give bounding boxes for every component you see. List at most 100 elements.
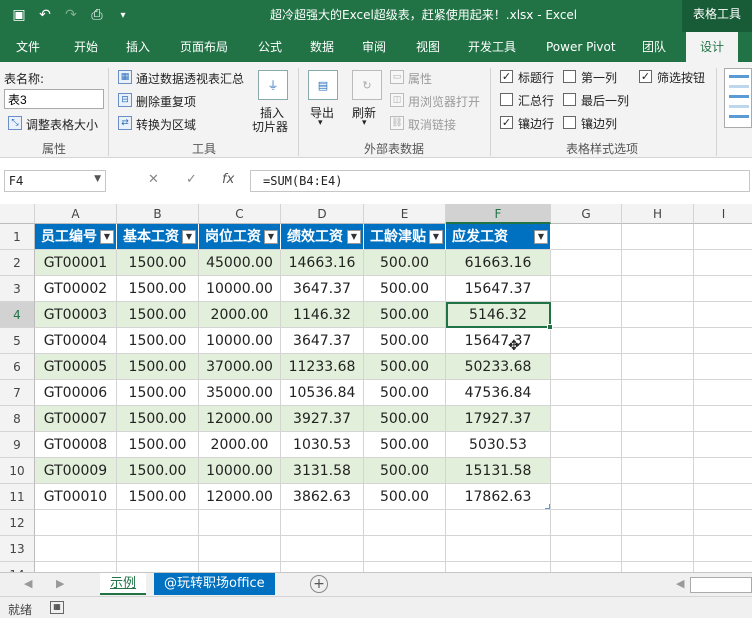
table-cell[interactable]: 61663.16 [446,250,551,276]
filter-dropdown-icon[interactable]: ▼ [182,230,196,244]
empty-cell[interactable] [551,432,622,458]
tab-team[interactable]: 团队 [642,32,666,62]
row-header-1[interactable]: 1 [0,224,35,250]
empty-cell[interactable] [622,302,694,328]
select-all-corner[interactable] [0,204,35,224]
table-cell[interactable]: 1500.00 [117,406,199,432]
empty-cell[interactable] [694,302,752,328]
table-cell[interactable]: 15131.58 [446,458,551,484]
properties-button[interactable]: 属性 [408,70,432,87]
fill-handle[interactable] [547,324,553,330]
column-header-e[interactable]: E [364,204,446,224]
table-cell[interactable]: 1500.00 [117,484,199,510]
empty-cell[interactable] [622,406,694,432]
table-cell[interactable]: 15647.37 [446,276,551,302]
filter-dropdown-icon[interactable]: ▼ [100,230,114,244]
convert-to-range-button[interactable]: 转换为区域 [136,116,196,133]
next-sheet-icon[interactable]: ▶ [56,577,64,590]
row-header-6[interactable]: 6 [0,354,35,380]
slicer-icon[interactable]: ⏚ [258,70,288,100]
empty-cell[interactable] [551,484,622,510]
table-cell[interactable]: GT00008 [35,432,117,458]
table-cell[interactable]: 17862.63 [446,484,551,510]
print-preview-icon[interactable]: ⎙ [86,4,108,26]
tab-view[interactable]: 视图 [416,32,440,62]
filter-dropdown-icon[interactable]: ▼ [347,230,361,244]
table-cell[interactable]: 35000.00 [199,380,281,406]
empty-cell[interactable] [35,562,117,572]
tab-power-pivot[interactable]: Power Pivot [546,32,616,62]
last-column-checkbox[interactable] [563,93,576,106]
table-cell[interactable]: GT00006 [35,380,117,406]
table-name-input[interactable] [4,89,104,109]
summarize-pivot-button[interactable]: 通过数据透视表汇总 [136,70,244,87]
undo-icon[interactable]: ↶ [34,4,56,26]
empty-cell[interactable] [694,276,752,302]
table-cell[interactable]: 12000.00 [199,406,281,432]
table-styles-gallery[interactable] [724,68,752,128]
empty-cell[interactable] [551,510,622,536]
empty-cell[interactable] [364,536,446,562]
empty-cell[interactable] [281,510,364,536]
empty-cell[interactable] [446,536,551,562]
table-cell[interactable]: 1500.00 [117,458,199,484]
export-dropdown-icon[interactable]: ▾ [318,118,323,128]
empty-cell[interactable] [694,432,752,458]
sheet-tab-office[interactable]: @玩转职场office [154,573,275,595]
tab-insert[interactable]: 插入 [126,32,150,62]
row-header-9[interactable]: 9 [0,432,35,458]
insert-function-icon[interactable]: fx [222,172,234,187]
empty-cell[interactable] [35,510,117,536]
worksheet-grid[interactable]: ABCDEFGHI1234567891011121314员工编号▼基本工资▼岗位… [0,204,752,572]
save-icon[interactable]: ▣ [8,4,30,26]
empty-cell[interactable] [694,380,752,406]
table-cell[interactable]: 500.00 [364,406,446,432]
empty-cell[interactable] [551,302,622,328]
filter-button-checkbox[interactable]: ✓ [639,70,652,83]
name-box[interactable]: F4 ▼ [4,170,106,192]
column-header-f[interactable]: F [446,204,551,224]
empty-cell[interactable] [622,380,694,406]
table-cell[interactable]: GT00001 [35,250,117,276]
table-cell[interactable]: 1146.32 [281,302,364,328]
table-cell[interactable]: 500.00 [364,458,446,484]
filter-dropdown-icon[interactable]: ▼ [429,230,443,244]
sheet-tab-example[interactable]: 示例 [100,573,147,595]
table-header-cell[interactable]: 应发工资 ▼ [446,224,551,250]
empty-cell[interactable] [199,562,281,572]
empty-cell[interactable] [117,510,199,536]
empty-cell[interactable] [622,536,694,562]
remove-duplicates-button[interactable]: 删除重复项 [136,93,196,110]
chevron-down-icon[interactable]: ▼ [94,174,101,184]
column-header-g[interactable]: G [551,204,622,224]
empty-cell[interactable] [622,250,694,276]
tab-review[interactable]: 审阅 [362,32,386,62]
column-header-h[interactable]: H [622,204,694,224]
table-cell[interactable]: 10000.00 [199,328,281,354]
table-cell[interactable]: 10536.84 [281,380,364,406]
table-cell[interactable]: GT00009 [35,458,117,484]
banded-columns-checkbox[interactable] [563,116,576,129]
empty-cell[interactable] [622,328,694,354]
column-header-a[interactable]: A [35,204,117,224]
row-header-5[interactable]: 5 [0,328,35,354]
table-cell[interactable]: 500.00 [364,302,446,328]
table-cell[interactable]: 500.00 [364,484,446,510]
refresh-icon[interactable]: ↻ [352,70,382,100]
table-cell[interactable]: 1500.00 [117,328,199,354]
table-cell[interactable]: 50233.68 [446,354,551,380]
empty-cell[interactable] [117,536,199,562]
empty-cell[interactable] [551,250,622,276]
add-sheet-icon[interactable]: + [310,575,328,593]
empty-cell[interactable] [551,328,622,354]
total-row-checkbox[interactable] [500,93,513,106]
empty-cell[interactable] [446,510,551,536]
table-cell[interactable]: 10000.00 [199,276,281,302]
table-cell[interactable]: GT00010 [35,484,117,510]
table-cell[interactable]: 47536.84 [446,380,551,406]
refresh-dropdown-icon[interactable]: ▾ [362,118,367,128]
empty-cell[interactable] [551,562,622,572]
table-cell[interactable]: 1500.00 [117,432,199,458]
empty-cell[interactable] [622,224,694,250]
header-row-checkbox[interactable]: ✓ [500,70,513,83]
